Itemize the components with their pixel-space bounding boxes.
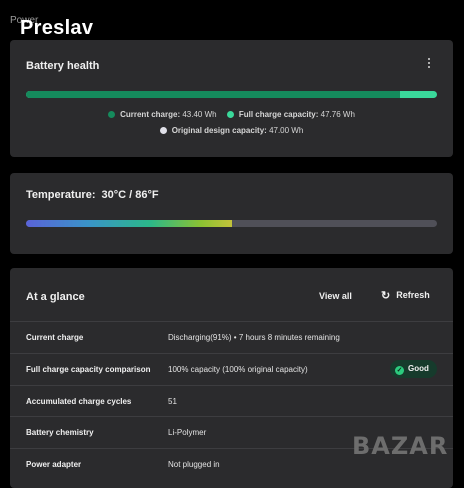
row-label: Full charge capacity comparison — [26, 365, 151, 374]
table-row: Current charge Discharging(91%) • 7 hour… — [10, 321, 453, 353]
battery-health-title: Battery health — [26, 60, 100, 72]
table-row: Accumulated charge cycles 51 — [10, 385, 453, 417]
temperature-title: Temperature: 30°C / 86°F — [26, 189, 159, 201]
legend-label: Current charge: — [120, 110, 181, 119]
row-label: Current charge — [26, 333, 84, 342]
refresh-button[interactable]: ↻ Refresh — [381, 289, 430, 302]
battery-legend-row-2: Original design capacity: 47.00 Wh — [10, 126, 453, 135]
current-charge-fill — [26, 91, 400, 98]
legend-value: 47.00 Wh — [269, 126, 304, 135]
at-a-glance-header: At a glance View all ↻ Refresh — [10, 268, 453, 323]
legend-value: 47.76 Wh — [320, 110, 355, 119]
temperature-level-fill — [26, 220, 232, 227]
row-value: 100% capacity (100% original capacity) — [168, 365, 308, 374]
at-a-glance-title: At a glance — [26, 291, 85, 303]
row-label: Battery chemistry — [26, 428, 94, 437]
temperature-label: Temperature: — [26, 189, 96, 201]
refresh-icon: ↻ — [381, 290, 391, 302]
status-badge-label: Good — [408, 364, 429, 373]
table-row: Full charge capacity comparison 100% cap… — [10, 353, 453, 385]
row-value: 51 — [168, 397, 177, 406]
bazar-logo: BAZAR — [352, 432, 449, 460]
refresh-label: Refresh — [396, 290, 430, 300]
status-badge: ✓ Good — [390, 360, 437, 378]
temperature-value: 30°C / 86°F — [101, 189, 159, 201]
legend-original-design-capacity: Original design capacity: 47.00 Wh — [159, 126, 304, 135]
more-vertical-icon[interactable] — [427, 58, 431, 70]
check-icon: ✓ — [395, 366, 404, 375]
current-charge-dot-icon — [108, 111, 116, 118]
legend-full-charge-capacity: Full charge capacity: 47.76 Wh — [226, 110, 355, 119]
full-charge-dot-icon — [226, 111, 234, 118]
view-all-link[interactable]: View all — [319, 291, 352, 301]
row-label: Accumulated charge cycles — [26, 397, 132, 406]
battery-health-bar — [26, 91, 437, 98]
legend-label: Full charge capacity: — [238, 110, 319, 119]
watermark: Preslav — [20, 17, 94, 39]
temperature-bar — [26, 220, 437, 227]
battery-legend-row-1: Current charge: 43.40 Wh Full charge cap… — [10, 110, 453, 119]
row-value: Li-Polymer — [168, 428, 207, 437]
legend-value: 43.40 Wh — [182, 110, 217, 119]
battery-health-card: Battery health Current charge: 43.40 Wh … — [10, 40, 453, 157]
temperature-card: Temperature: 30°C / 86°F — [10, 173, 453, 254]
legend-current-charge: Current charge: 43.40 Wh — [108, 110, 217, 119]
legend-label: Original design capacity: — [171, 126, 267, 135]
row-value: Discharging(91%) • 7 hours 8 minutes rem… — [168, 333, 340, 342]
row-label: Power adapter — [26, 460, 82, 469]
design-capacity-dot-icon — [159, 127, 167, 134]
row-value: Not plugged in — [168, 460, 220, 469]
